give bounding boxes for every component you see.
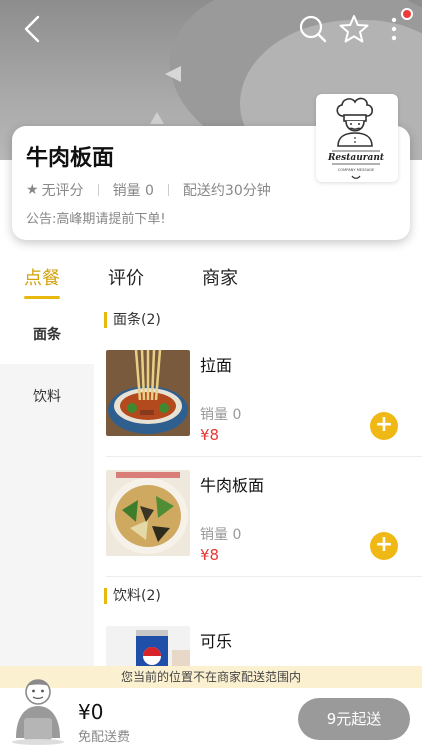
- divider: [167, 184, 169, 196]
- tab-reviews[interactable]: 评价: [108, 264, 144, 290]
- dish-sales: 销量 0: [200, 527, 242, 543]
- add-to-cart-button[interactable]: +: [370, 532, 398, 560]
- logo-text: Restaurant: [327, 153, 385, 163]
- favorite-button[interactable]: [338, 13, 370, 45]
- shop-sales: 销量 0: [112, 183, 154, 199]
- tab-merchant[interactable]: 商家: [202, 264, 238, 290]
- dish-image: [106, 350, 190, 436]
- shop-delivery-time: 配送约30分钟: [182, 183, 271, 199]
- menu-list: 面条(2) 拉面 销量 0 ¥8 + 牛肉板面 销量 0 ¥8 + 饮料(2) …: [94, 304, 422, 666]
- star-icon: ★: [26, 182, 39, 198]
- back-button[interactable]: [18, 14, 48, 44]
- shop-notice: 公告:高峰期请提前下单!: [26, 212, 166, 227]
- category-header: 饮料(2): [104, 588, 161, 604]
- cart-person-icon: [12, 679, 64, 745]
- dish-sales: 销量 0: [200, 407, 242, 423]
- divider: [106, 456, 422, 457]
- search-button[interactable]: [298, 14, 328, 44]
- divider: [97, 184, 99, 196]
- chevron-left-icon: [24, 15, 40, 43]
- dish-name: 拉面: [200, 356, 233, 375]
- sidebar-item-noodles[interactable]: 面条: [0, 304, 94, 364]
- plus-icon: +: [374, 412, 394, 437]
- dish-price: ¥8: [200, 426, 220, 444]
- more-button[interactable]: [384, 14, 404, 44]
- shop-page: 牛肉板面 ★ 无评分 销量 0 配送约30分钟 公告:高峰期请提前下单! Res…: [0, 0, 422, 750]
- cart-bar: ¥0 免配送费 9元起送: [0, 679, 422, 750]
- dish-name: 牛肉板面: [200, 476, 265, 495]
- divider: [106, 576, 422, 577]
- tab-active-indicator: [24, 296, 60, 299]
- checkout-button[interactable]: 9元起送: [298, 698, 410, 740]
- banner-decoration: [165, 66, 181, 82]
- more-vertical-icon: [391, 17, 397, 41]
- banner-decoration: [150, 112, 164, 124]
- sidebar-item-drinks[interactable]: 饮料: [0, 366, 94, 426]
- shop-rating: 无评分: [41, 183, 84, 199]
- add-to-cart-button[interactable]: +: [370, 412, 398, 440]
- star-outline-icon: [339, 15, 369, 43]
- shop-logo: Restaurant COMPANY MESSAGE: [316, 94, 398, 182]
- tab-order[interactable]: 点餐: [24, 264, 60, 290]
- chef-logo-icon: Restaurant COMPANY MESSAGE: [327, 97, 385, 179]
- delivery-fee: 免配送费: [78, 730, 131, 745]
- category-header: 面条(2): [104, 312, 161, 328]
- cart-button[interactable]: [8, 676, 68, 746]
- dish-image: [106, 626, 190, 666]
- plus-icon: +: [374, 532, 394, 557]
- shop-meta: ★ 无评分 销量 0 配送约30分钟: [26, 180, 271, 200]
- menu-item-cola[interactable]: 可乐: [94, 626, 422, 666]
- tab-bar: 点餐 评价 商家: [0, 256, 422, 302]
- dish-price: ¥8: [200, 546, 220, 564]
- notification-dot: [401, 8, 413, 20]
- logo-subtext: COMPANY MESSAGE: [338, 168, 375, 172]
- shop-name: 牛肉板面: [26, 146, 115, 171]
- dish-image: [106, 470, 190, 556]
- menu-item-lamian[interactable]: 拉面 销量 0 ¥8 +: [94, 350, 422, 468]
- dish-name: 可乐: [200, 632, 233, 651]
- search-icon: [299, 15, 327, 43]
- category-sidebar: 面条 饮料: [0, 304, 94, 674]
- menu-item-beef-noodles[interactable]: 牛肉板面 销量 0 ¥8 +: [94, 470, 422, 588]
- cart-total: ¥0: [78, 700, 104, 724]
